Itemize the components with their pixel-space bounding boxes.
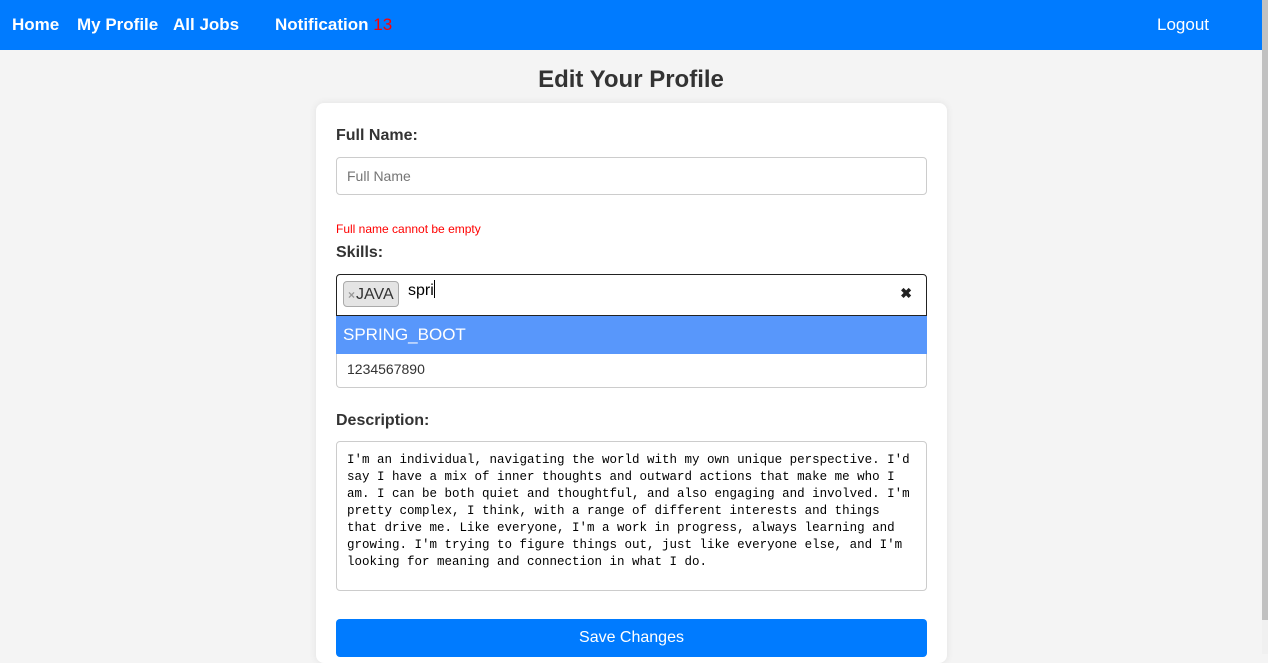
nav-home[interactable]: Home bbox=[12, 15, 59, 35]
description-label: Description: bbox=[336, 412, 430, 429]
skill-tag-java: ×JAVA bbox=[343, 281, 399, 307]
profile-form: Full Name: Full name cannot be empty Ski… bbox=[316, 103, 947, 663]
notification-count: 13 bbox=[373, 15, 393, 34]
skill-tag-label: JAVA bbox=[356, 286, 394, 303]
notification-label: Notification bbox=[275, 15, 369, 34]
full-name-input[interactable] bbox=[336, 157, 927, 195]
text-caret bbox=[433, 280, 435, 298]
scrollbar[interactable] bbox=[1262, 0, 1268, 654]
skills-search-text: spri bbox=[408, 282, 434, 299]
description-textarea[interactable]: I'm an individual, navigating the world … bbox=[336, 441, 927, 591]
phone-value: 1234567890 bbox=[347, 361, 425, 377]
remove-tag-icon[interactable]: × bbox=[348, 288, 355, 302]
skills-label: Skills: bbox=[336, 244, 384, 261]
dropdown-option-spring-boot[interactable]: SPRING_BOOT bbox=[336, 316, 927, 354]
nav-logout[interactable]: Logout bbox=[1157, 15, 1209, 35]
nav-my-profile[interactable]: My Profile bbox=[77, 15, 158, 35]
full-name-label: Full Name: bbox=[336, 127, 418, 144]
scrollbar-thumb[interactable] bbox=[1262, 0, 1268, 620]
skills-select[interactable]: ×JAVA spri ✖ bbox=[336, 274, 927, 316]
full-name-error: Full name cannot be empty bbox=[336, 222, 481, 236]
save-changes-button[interactable]: Save Changes bbox=[336, 619, 927, 657]
page-title: Edit Your Profile bbox=[538, 66, 724, 93]
nav-all-jobs[interactable]: All Jobs bbox=[173, 15, 239, 35]
nav-notification[interactable]: Notification 13 bbox=[275, 15, 392, 35]
skills-search-input[interactable]: spri bbox=[408, 280, 435, 300]
clear-icon[interactable]: ✖ bbox=[900, 285, 912, 302]
top-navbar: Home My Profile All Jobs Notification 13… bbox=[0, 0, 1262, 50]
